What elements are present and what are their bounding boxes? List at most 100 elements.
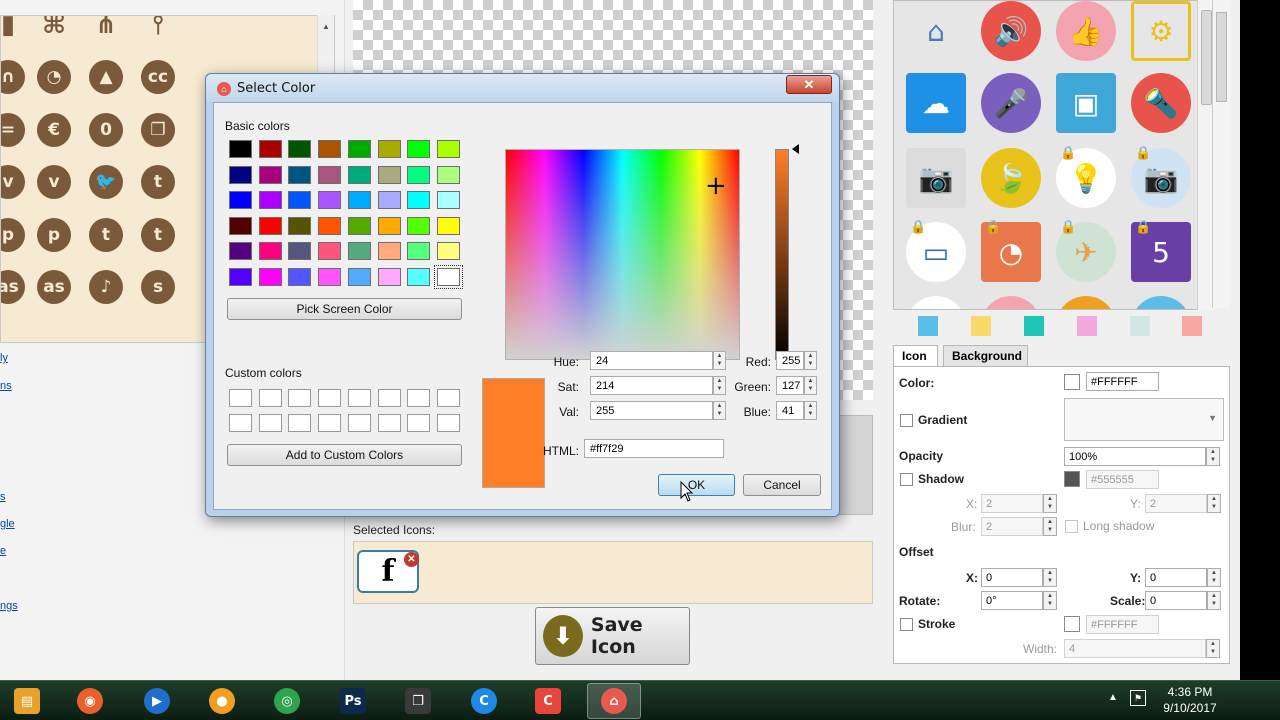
shadow-x-stepper[interactable]: ▲ ▼: [1043, 494, 1057, 513]
preview-icon-partial[interactable]: [1056, 296, 1116, 309]
rotate-field[interactable]: 0°: [981, 591, 1043, 610]
hierarchy-icon[interactable]: ⋔: [89, 16, 123, 42]
scale-field[interactable]: 0: [1145, 591, 1207, 610]
basic-color-swatch[interactable]: [407, 216, 431, 235]
lastfm-circle-icon[interactable]: as: [37, 270, 71, 304]
taskbar-app-red[interactable]: C: [521, 683, 575, 719]
flashlight-icon[interactable]: 🔦: [1131, 73, 1191, 133]
preview-icon-partial[interactable]: [1131, 296, 1191, 309]
palette-swatch[interactable]: [1182, 316, 1202, 336]
blur-stepper[interactable]: ▲ ▼: [1043, 517, 1057, 536]
taskbar-file-explorer[interactable]: ▤: [0, 683, 54, 719]
val-field[interactable]: 255: [590, 401, 713, 420]
microphone-icon[interactable]: 🎤: [981, 73, 1041, 133]
shadow-checkbox[interactable]: [900, 473, 913, 486]
main-scrollbar[interactable]: [1212, 0, 1230, 308]
tree-icon[interactable]: ⌘: [37, 16, 71, 42]
long-shadow-checkbox[interactable]: [1065, 520, 1078, 533]
custom-color-swatch[interactable]: [436, 389, 460, 407]
color-field[interactable]: #FFFFFF: [1086, 372, 1159, 391]
basic-color-swatch[interactable]: [229, 140, 252, 158]
volume-icon[interactable]: 🔊: [981, 1, 1041, 61]
custom-color-swatch[interactable]: [288, 389, 312, 407]
basic-color-swatch[interactable]: [318, 242, 342, 260]
tumblr-icon[interactable]: t: [89, 218, 123, 252]
close-button[interactable]: ✕: [786, 75, 832, 94]
value-slider[interactable]: [775, 149, 789, 360]
html5-icon[interactable]: 5 🔒: [1131, 220, 1191, 282]
vine-icon[interactable]: v: [1, 165, 25, 199]
basic-color-swatch[interactable]: [377, 267, 401, 286]
green-stepper[interactable]: ▲ ▼: [804, 376, 817, 395]
category-link[interactable]: gle: [0, 518, 15, 530]
gear-icon[interactable]: ⚙: [1131, 1, 1191, 61]
shadow-y-stepper[interactable]: ▲ ▼: [1207, 494, 1221, 513]
custom-color-swatch[interactable]: [229, 414, 252, 432]
basic-color-swatch[interactable]: [288, 267, 312, 286]
basic-color-swatch[interactable]: [377, 242, 401, 260]
basic-color-swatch[interactable]: [347, 165, 371, 184]
taskbar-photoshop[interactable]: Ps: [326, 683, 380, 719]
custom-color-swatch[interactable]: [436, 414, 460, 432]
shadow-color-field[interactable]: #555555: [1086, 470, 1159, 489]
stroke-width-field[interactable]: 4: [1064, 639, 1206, 658]
stroke-color-field[interactable]: #FFFFFF: [1086, 615, 1159, 634]
basic-color-swatch[interactable]: [258, 242, 282, 260]
contacts-icon[interactable]: ▣: [1056, 73, 1116, 133]
shadow-color-swatch[interactable]: [1064, 471, 1080, 487]
palette-swatch[interactable]: [1130, 316, 1150, 336]
lightbulb-icon[interactable]: 💡 🔒: [1056, 146, 1116, 208]
pinterest-icon[interactable]: p: [1, 218, 25, 252]
palette-swatch[interactable]: [1024, 316, 1044, 336]
category-link[interactable]: ngs: [0, 600, 18, 612]
basic-color-swatch[interactable]: [377, 165, 401, 184]
cloud-icon[interactable]: ☁: [906, 73, 966, 133]
vimeo-icon[interactable]: v: [37, 165, 71, 199]
blue-stepper[interactable]: ▲ ▼: [804, 401, 817, 420]
basic-color-swatch[interactable]: [288, 165, 312, 184]
gradient-dropdown[interactable]: ▼: [1064, 398, 1224, 441]
basic-color-swatch[interactable]: [229, 191, 252, 209]
scrollbar-thumb[interactable]: [1201, 10, 1212, 105]
basic-color-swatch[interactable]: [407, 165, 431, 184]
custom-color-swatch[interactable]: [318, 414, 342, 432]
system-clock[interactable]: 4:36 PM 9/10/2017: [1158, 684, 1222, 716]
taskbar-icon-generator[interactable]: ⌂: [587, 683, 641, 719]
color-swatch[interactable]: [1064, 374, 1080, 390]
basic-color-swatch[interactable]: [229, 165, 252, 184]
opacity-stepper[interactable]: ▲ ▼: [1206, 447, 1220, 466]
main-scrollbar-thumb[interactable]: [1216, 12, 1227, 102]
taskbar-app-blue-circle[interactable]: C: [457, 683, 511, 719]
category-link[interactable]: s: [0, 491, 6, 503]
basic-color-swatch[interactable]: [229, 267, 252, 286]
basic-color-swatch[interactable]: [229, 242, 252, 260]
thumbs-up-icon[interactable]: 👍: [1056, 1, 1116, 61]
basic-color-swatch[interactable]: [318, 267, 342, 286]
gradient-checkbox[interactable]: [900, 414, 913, 427]
custom-color-swatch[interactable]: [347, 389, 371, 407]
basic-color-swatch[interactable]: [433, 264, 463, 289]
basic-color-swatch[interactable]: [377, 216, 401, 235]
basic-color-swatch[interactable]: [229, 216, 252, 235]
basic-color-swatch[interactable]: [436, 191, 460, 209]
basic-color-swatch[interactable]: [436, 165, 460, 184]
twitter-icon[interactable]: 🐦: [89, 165, 123, 199]
scroll-up-icon[interactable]: ▲: [318, 22, 334, 31]
basic-color-swatch[interactable]: [436, 216, 460, 235]
custom-color-swatch[interactable]: [318, 389, 342, 407]
scale-stepper[interactable]: ▲ ▼: [1207, 591, 1221, 610]
pick-screen-color-button[interactable]: Pick Screen Color: [227, 298, 462, 320]
copy-icon[interactable]: ❐: [141, 113, 175, 147]
home-icon[interactable]: ⌂: [906, 1, 966, 61]
camera-outline-icon[interactable]: 📷: [906, 148, 966, 208]
basic-color-swatch[interactable]: [318, 165, 342, 184]
custom-color-swatch[interactable]: [377, 414, 401, 432]
save-icon-button[interactable]: ⬇ Save Icon: [535, 607, 690, 665]
airplane-icon[interactable]: ✈ 🔒: [1056, 220, 1116, 282]
pin-icon[interactable]: ⫯: [141, 16, 175, 42]
ok-button[interactable]: OK: [658, 474, 735, 496]
add-custom-colors-button[interactable]: Add to Custom Colors: [227, 444, 462, 466]
offset-x-field[interactable]: 0: [981, 568, 1043, 587]
lastfm-icon[interactable]: as: [1, 270, 25, 304]
magnet-icon[interactable]: ∩: [1, 60, 25, 94]
